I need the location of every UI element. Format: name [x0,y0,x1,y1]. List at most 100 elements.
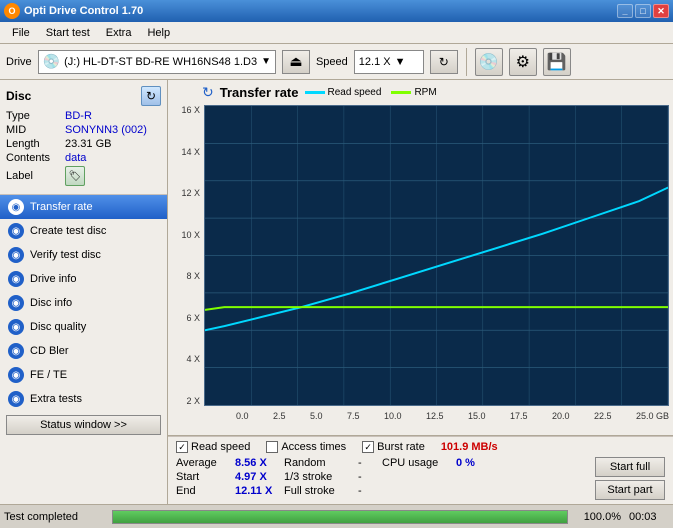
chart-wrapper: 16 X 14 X 12 X 10 X 8 X 6 X 4 X 2 X [172,105,669,424]
speed-label: Speed [316,56,348,68]
drive-icon: 💿 [43,53,60,70]
nav-fe-te[interactable]: ◉ FE / TE [0,363,167,387]
drive-info-icon: ◉ [8,271,24,287]
speed-select[interactable]: 12.1 X ▼ [354,50,424,74]
end-label: End [176,485,231,497]
fullstroke-label: Full stroke [284,485,354,497]
access-times-checkbox[interactable] [266,441,278,453]
nav-verify-test-disc-label: Verify test disc [30,249,101,261]
nav-create-test-disc[interactable]: ◉ Create test disc [0,219,167,243]
y-axis: 16 X 14 X 12 X 10 X 8 X 6 X 4 X 2 X [172,105,204,424]
read-speed-checkbox[interactable] [176,441,188,453]
settings-button[interactable]: ⚙ [509,48,537,76]
close-button[interactable]: ✕ [653,4,669,18]
nav-extra-tests-label: Extra tests [30,393,82,405]
read-speed-checkbox-item: Read speed [176,441,250,453]
y-axis-10: 10 X [181,230,200,240]
disc-length-label: Length [6,138,61,150]
drive-select[interactable]: 💿 (J:) HL-DT-ST BD-RE WH16NS48 1.D3 ▼ [38,50,276,74]
disc-type-label: Type [6,110,61,122]
maximize-button[interactable]: □ [635,4,651,18]
nav-cd-bler[interactable]: ◉ CD Bler [0,339,167,363]
menu-help[interactable]: Help [139,25,178,41]
avg-value: 8.56 X [235,457,280,469]
disc-type-value: BD-R [65,110,92,122]
x-12-5: 12.5 [426,411,444,421]
x-15: 15.0 [468,411,486,421]
start-part-button[interactable]: Start part [595,480,665,500]
disc-refresh-button[interactable]: ↻ [141,86,161,106]
y-axis-2: 2 X [186,396,200,406]
stats-grid: Average 8.56 X Random - CPU usage 0 % St… [176,457,589,500]
chart-title: Transfer rate [220,85,299,100]
content-area: ↻ Transfer rate Read speed RPM 16 X [168,80,673,504]
title-text: Opti Drive Control 1.70 [24,5,143,17]
verify-test-disc-icon: ◉ [8,247,24,263]
nav-disc-quality-label: Disc quality [30,321,86,333]
nav-disc-info-label: Disc info [30,297,72,309]
drive-dropdown-arrow: ▼ [261,56,271,67]
access-times-checkbox-label: Access times [281,441,346,453]
menu-extra[interactable]: Extra [98,25,140,41]
nav-drive-info[interactable]: ◉ Drive info [0,267,167,291]
x-7-5: 7.5 [347,411,360,421]
title-bar: O Opti Drive Control 1.70 _ □ ✕ [0,0,673,22]
onethird-label: 1/3 stroke [284,471,354,483]
main-layout: Disc ↻ Type BD-R MID SONYNN3 (002) Lengt… [0,80,673,504]
chart-refresh-icon: ↻ [202,84,214,101]
burst-rate-checkbox[interactable] [362,441,374,453]
disc-icon-button[interactable]: 💿 [475,48,503,76]
start-value: 4.97 X [235,471,280,483]
menu-bar: File Start test Extra Help [0,22,673,44]
sidebar: Disc ↻ Type BD-R MID SONYNN3 (002) Lengt… [0,80,168,504]
menu-file[interactable]: File [4,25,38,41]
x-22-5: 22.5 [594,411,612,421]
chart-legend: Read speed RPM [305,87,437,98]
eject-button[interactable]: ⏏ [282,50,310,74]
start-label: Start [176,471,231,483]
nav-transfer-rate[interactable]: ◉ Transfer rate [0,195,167,219]
rpm-legend-color [391,91,411,94]
nav-disc-quality[interactable]: ◉ Disc quality [0,315,167,339]
action-buttons: Start full Start part [595,457,665,500]
stats-row-1: Average 8.56 X Random - CPU usage 0 % [176,457,589,469]
refresh-button[interactable]: ↻ [430,50,458,74]
disc-info-icon: ◉ [8,295,24,311]
progress-bar [112,510,568,524]
random-label: Random [284,457,354,469]
y-axis-8: 8 X [186,271,200,281]
stats-checkboxes: Read speed Access times Burst rate 101.9… [176,441,665,453]
x-5: 5.0 [310,411,323,421]
create-test-disc-icon: ◉ [8,223,24,239]
nav-verify-test-disc[interactable]: ◉ Verify test disc [0,243,167,267]
disc-contents-label: Contents [6,152,61,164]
save-button[interactable]: 💾 [543,48,571,76]
fullstroke-value: - [358,485,378,497]
burst-rate-checkbox-item: Burst rate [362,441,425,453]
read-speed-legend-color [305,91,325,94]
nav-cd-bler-label: CD Bler [30,345,69,357]
progress-percent-text: 100.0% [576,511,621,523]
chart-container: ↻ Transfer rate Read speed RPM 16 X [168,80,673,436]
menu-start-test[interactable]: Start test [38,25,98,41]
burst-rate-checkbox-label: Burst rate [377,441,425,453]
status-window-button[interactable]: Status window >> [6,415,161,435]
chart-area [204,105,669,406]
progress-bar-fill [113,511,567,523]
minimize-button[interactable]: _ [617,4,633,18]
disc-label-icon[interactable]: 🏷 [65,166,85,186]
status-bar: Test completed 100.0% 00:03 [0,504,673,528]
onethird-value: - [358,471,378,483]
y-axis-4: 4 X [186,354,200,364]
disc-quality-icon: ◉ [8,319,24,335]
end-value: 12.11 X [235,485,280,497]
nav-drive-info-label: Drive info [30,273,76,285]
start-full-button[interactable]: Start full [595,457,665,477]
nav-extra-tests[interactable]: ◉ Extra tests [0,387,167,411]
stats-row-3: End 12.11 X Full stroke - [176,485,589,497]
nav-create-test-disc-label: Create test disc [30,225,106,237]
nav-disc-info[interactable]: ◉ Disc info [0,291,167,315]
burst-rate-value: 101.9 MB/s [441,441,498,453]
x-2-5: 2.5 [273,411,286,421]
disc-section: Disc ↻ Type BD-R MID SONYNN3 (002) Lengt… [0,80,167,195]
